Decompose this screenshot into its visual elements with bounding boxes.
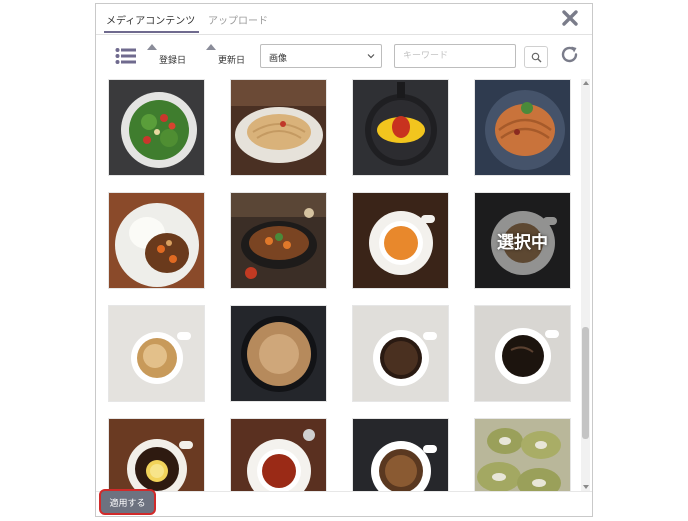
media-grid: 選択中 — [108, 79, 578, 491]
media-thumb-spaghetti[interactable] — [474, 79, 571, 176]
media-thumb-lemon-tea[interactable] — [108, 418, 205, 491]
sort-registered-label: 登録日 — [159, 56, 187, 66]
media-thumb-latte[interactable] — [230, 305, 327, 402]
tab-bar: メディアコンテンツ アップロード — [96, 4, 592, 35]
chevron-down-icon — [367, 54, 375, 59]
list-icon[interactable] — [115, 47, 137, 65]
media-modal: メディアコンテンツ アップロード 登録日 更新日 画像 キーワード 選択中 適用… — [95, 3, 593, 517]
media-thumb-coffee-selected[interactable]: 選択中 — [474, 192, 571, 289]
media-thumb-stew[interactable] — [230, 192, 327, 289]
triangle-up-icon — [147, 44, 157, 50]
media-scrollbar[interactable] — [581, 79, 590, 491]
triangle-up-icon — [206, 44, 216, 50]
media-thumb-curry-rice[interactable] — [108, 192, 205, 289]
toolbar: 登録日 更新日 画像 — [96, 35, 592, 79]
media-thumb-red-tea[interactable] — [230, 418, 327, 491]
media-thumb-pasta[interactable] — [230, 79, 327, 176]
modal-footer: 適用する — [96, 489, 592, 518]
apply-button[interactable]: 適用する — [99, 489, 156, 515]
media-thumb-green-bagels[interactable] — [474, 418, 571, 491]
scrollbar-thumb[interactable] — [582, 327, 589, 439]
media-thumb-salad[interactable] — [108, 79, 205, 176]
media-thumb-black-coffee[interactable] — [352, 305, 449, 402]
media-thumb-cappuccino[interactable] — [108, 305, 205, 402]
media-thumb-omelette-rice[interactable] — [352, 79, 449, 176]
media-thumb-tea[interactable] — [352, 192, 449, 289]
selected-badge: 選択中 — [497, 233, 548, 253]
search-button[interactable] — [524, 46, 548, 68]
scroll-up-icon[interactable] — [583, 81, 589, 85]
media-type-value: 画像 — [269, 54, 288, 64]
close-icon[interactable] — [560, 8, 580, 28]
scroll-down-icon[interactable] — [583, 485, 589, 489]
tab-media-contents[interactable]: メディアコンテンツ — [103, 12, 200, 33]
media-thumb-coffee-cup[interactable] — [352, 418, 449, 491]
apply-button-label: 適用する — [109, 499, 146, 509]
media-grid-area: 選択中 — [96, 79, 592, 491]
refresh-icon[interactable] — [560, 45, 580, 65]
search-icon — [531, 52, 542, 63]
media-type-select[interactable]: 画像 — [260, 44, 382, 68]
tab-upload[interactable]: アップロード — [208, 12, 268, 27]
media-thumb-black-coffee-2[interactable] — [474, 305, 571, 402]
keyword-search-input[interactable] — [394, 44, 516, 68]
sort-updated-label: 更新日 — [218, 56, 246, 66]
